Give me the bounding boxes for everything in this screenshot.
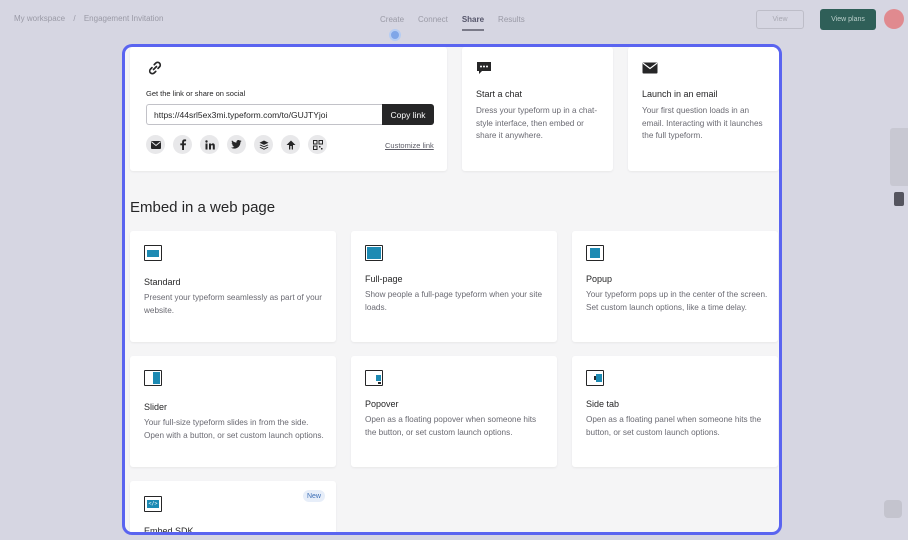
- tab-share[interactable]: Share: [461, 15, 485, 31]
- embed-option-side-tab[interactable]: Side tab Open as a floating panel when s…: [572, 356, 778, 467]
- tab-connect[interactable]: Connect: [418, 15, 448, 31]
- avatar[interactable]: [884, 9, 904, 29]
- share-url-input[interactable]: [146, 104, 382, 125]
- qr-code-icon[interactable]: [308, 135, 327, 154]
- breadcrumb-form[interactable]: Engagement Invitation: [84, 14, 164, 23]
- tab-indicator-dot: [389, 29, 401, 41]
- twitter-icon[interactable]: [227, 135, 246, 154]
- side-handle-icon: [894, 192, 904, 206]
- embed-option-slider[interactable]: Slider Your full-size typeform slides in…: [130, 356, 336, 467]
- feedback-tab[interactable]: [890, 128, 908, 186]
- customize-link[interactable]: Customize link: [385, 141, 434, 150]
- option-description: Open as a floating popover when someone …: [365, 415, 537, 437]
- breadcrumb-workspace[interactable]: My workspace: [14, 14, 65, 23]
- option-description: Your full-size typeform slides in from t…: [144, 418, 324, 440]
- option-title: Popup: [586, 274, 613, 284]
- code-embed-icon: </>: [144, 496, 162, 512]
- share-label: Get the link or share on social: [146, 89, 246, 98]
- email-title: Launch in an email: [642, 89, 718, 99]
- option-title: Slider: [144, 402, 168, 412]
- main-tabs: Create Connect Share Results: [380, 15, 525, 31]
- embed-option-popup[interactable]: Popup Your typeform pops up in the cente…: [572, 231, 778, 342]
- side-tab-embed-icon: [586, 370, 604, 386]
- breadcrumb: My workspace / Engagement Invitation: [14, 14, 169, 23]
- envelope-icon: [642, 62, 658, 74]
- option-title: Side tab: [586, 399, 620, 409]
- tab-results[interactable]: Results: [498, 15, 525, 31]
- link-icon: [148, 61, 162, 75]
- popup-embed-icon: [586, 245, 604, 261]
- embed-option-sdk[interactable]: </> New Embed SDK: [130, 481, 336, 535]
- top-bar: My workspace / Engagement Invitation Cre…: [0, 0, 908, 41]
- option-title: Popover: [365, 399, 399, 409]
- option-description: Present your typeform seamlessly as part…: [144, 293, 322, 315]
- option-title: Full-page: [365, 274, 403, 284]
- email-description: Your first question loads in an email. I…: [642, 106, 763, 140]
- standard-embed-icon: [144, 245, 162, 261]
- new-badge: New: [303, 490, 325, 502]
- launch-email-card[interactable]: Launch in an email Your first question l…: [628, 47, 779, 171]
- breadcrumb-separator: /: [73, 14, 76, 23]
- share-modal: Get the link or share on social Copy lin…: [122, 44, 782, 535]
- view-plans-button[interactable]: View plans: [820, 9, 876, 30]
- option-description: Open as a floating panel when someone hi…: [586, 415, 762, 437]
- embed-section-title: Embed in a web page: [130, 199, 276, 216]
- embed-option-full-page[interactable]: Full-page Show people a full-page typefo…: [351, 231, 557, 342]
- share-link-card: Get the link or share on social Copy lin…: [130, 47, 447, 171]
- social-share-row: [146, 135, 327, 154]
- facebook-icon[interactable]: [173, 135, 192, 154]
- embed-option-popover[interactable]: Popover Open as a floating popover when …: [351, 356, 557, 467]
- email-icon[interactable]: [146, 135, 165, 154]
- embed-option-standard[interactable]: Standard Present your typeform seamlessl…: [130, 231, 336, 342]
- linkedin-icon[interactable]: [200, 135, 219, 154]
- start-chat-card[interactable]: Start a chat Dress your typeform up in a…: [462, 47, 613, 171]
- reddit-icon[interactable]: [281, 135, 300, 154]
- chat-icon: [477, 62, 491, 74]
- help-button[interactable]: [884, 500, 902, 518]
- chat-description: Dress your typeform up in a chat-style i…: [476, 106, 598, 140]
- buffer-icon[interactable]: [254, 135, 273, 154]
- view-button[interactable]: View: [756, 10, 804, 29]
- popover-embed-icon: [365, 370, 383, 386]
- option-description: Show people a full-page typeform when yo…: [365, 290, 543, 312]
- option-title: Standard: [144, 277, 181, 287]
- slider-embed-icon: [144, 370, 162, 386]
- option-title: Embed SDK: [144, 526, 194, 535]
- full-page-embed-icon: [365, 245, 383, 261]
- chat-title: Start a chat: [476, 89, 523, 99]
- option-description: Your typeform pops up in the center of t…: [586, 290, 768, 312]
- copy-link-button[interactable]: Copy link: [382, 104, 434, 125]
